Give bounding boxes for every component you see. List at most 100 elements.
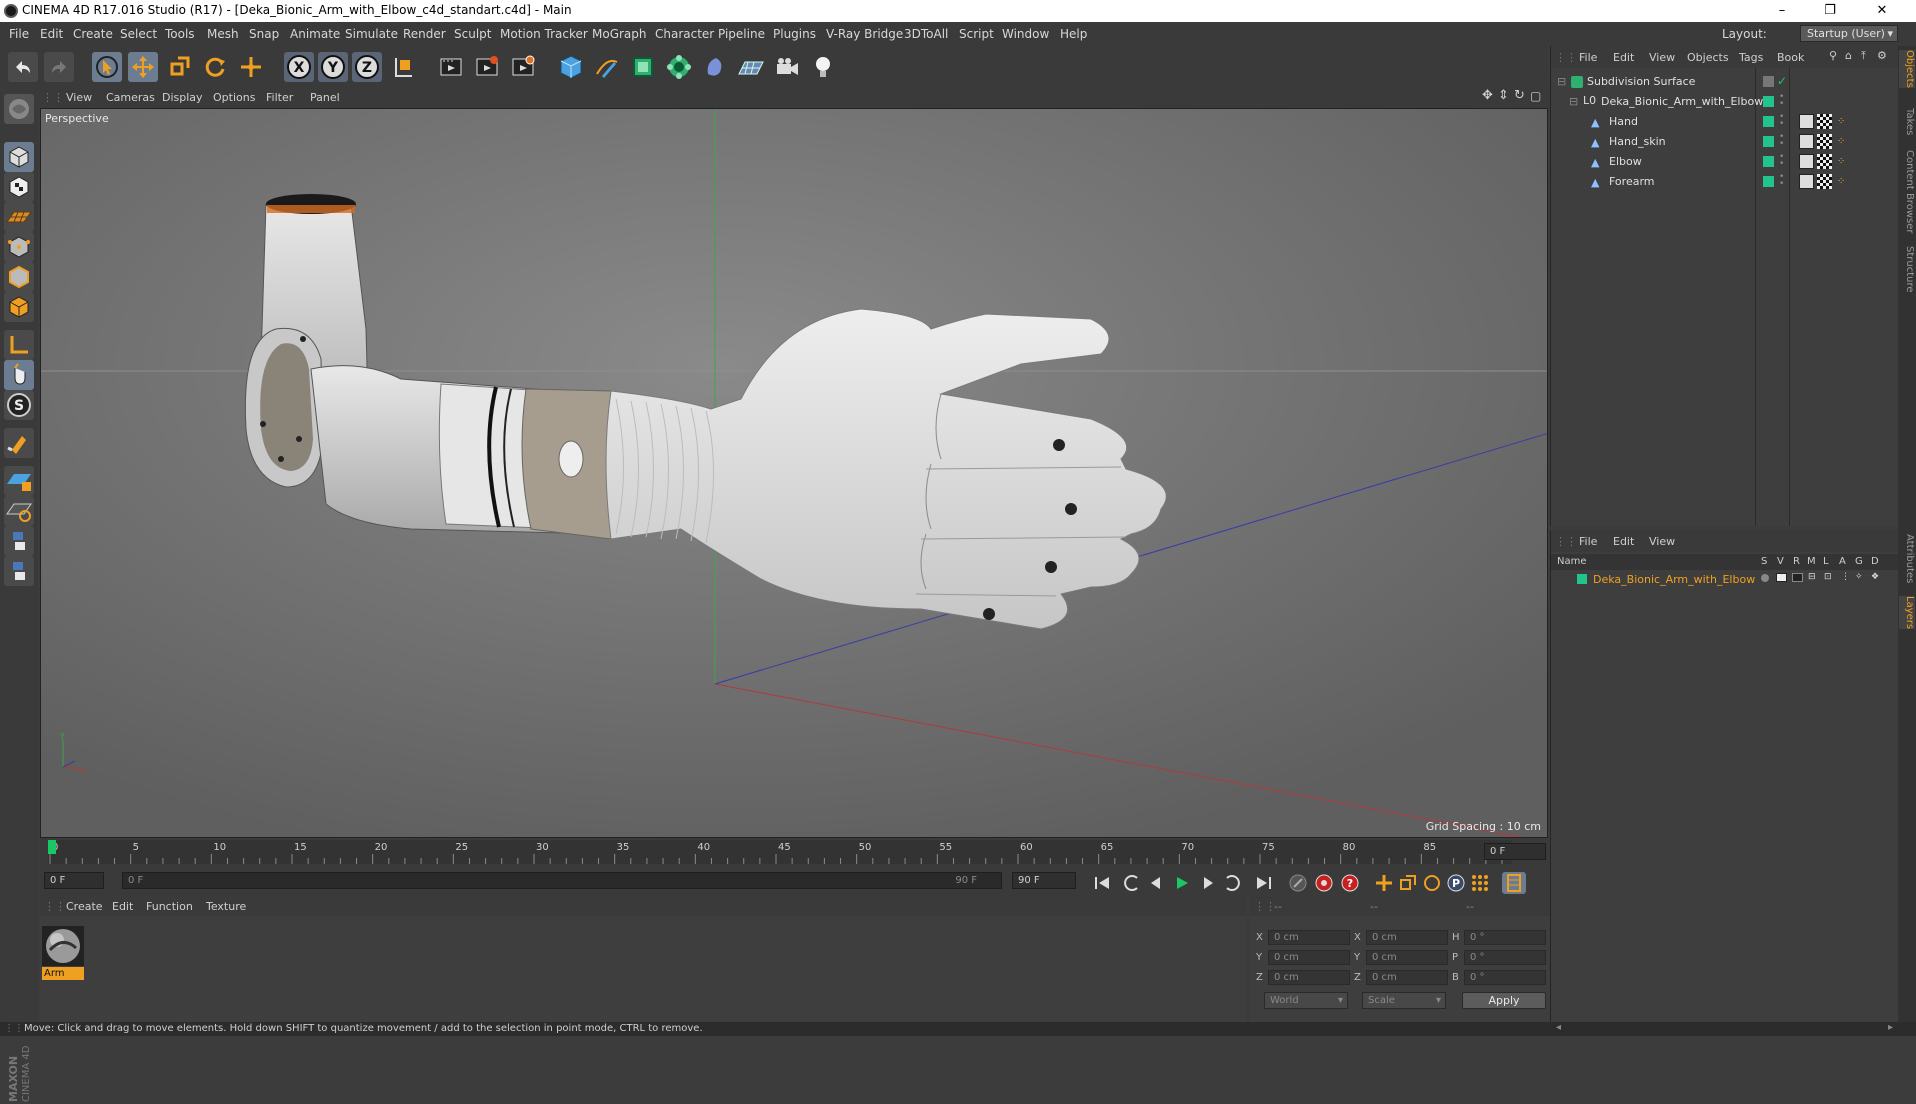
enabled-check-icon[interactable]: ✓ (1777, 74, 1787, 88)
rotation-h-field[interactable]: 0 ° (1464, 930, 1546, 945)
phong-tag-icon[interactable] (1799, 134, 1814, 149)
layer-generators-icon[interactable]: ✧ (1855, 572, 1863, 582)
menu-mesh[interactable]: Mesh (207, 27, 239, 41)
texture-tag-icon[interactable] (1817, 114, 1832, 129)
frame-range-slider[interactable]: 0 F 90 F (122, 872, 1002, 889)
python-script-icon[interactable] (4, 526, 34, 556)
menu-snap[interactable]: Snap (249, 27, 279, 41)
object-menu-objects[interactable]: Objects (1687, 51, 1729, 64)
tab-layers[interactable]: Layers (1899, 596, 1915, 630)
phong-tag-icon[interactable] (1799, 174, 1814, 189)
viewport-rotate-icon[interactable]: ↻ (1514, 88, 1525, 103)
viewport-dolly-icon[interactable]: ⇕ (1498, 88, 1509, 103)
visibility-dots-icon[interactable]: • • (1779, 93, 1784, 109)
end-frame-field[interactable]: 90 F (1012, 872, 1076, 889)
make-editable-icon[interactable] (4, 94, 34, 124)
layer-deformers-icon[interactable]: ❖ (1871, 572, 1879, 582)
model-mode-icon[interactable] (4, 142, 34, 172)
grid-snap-lock-icon[interactable] (4, 466, 34, 496)
undo-button[interactable] (8, 52, 38, 82)
viewport-menu-view[interactable]: View (66, 91, 92, 104)
object-row-deka-bionic-arm[interactable]: ⊟ L0 Deka_Bionic_Arm_with_Elbow • • (1551, 92, 1899, 112)
y-axis-lock-icon[interactable]: Y (318, 52, 348, 82)
material-menu-function[interactable]: Function (146, 900, 193, 913)
restore-button[interactable]: ❐ (1808, 1, 1852, 21)
object-row-forearm[interactable]: ▲ Forearm • • ⁘ (1551, 172, 1899, 192)
x-axis-lock-icon[interactable]: X (284, 52, 314, 82)
timeline-ruler[interactable]: 051015202530354045505560657075808590 0 F (40, 838, 1550, 866)
object-menu-file[interactable]: File (1579, 51, 1597, 64)
layer-menu-file[interactable]: File (1579, 535, 1597, 548)
subdivision-surface-icon[interactable] (628, 52, 658, 82)
material-menu-create[interactable]: Create (66, 900, 103, 913)
render-to-picture-viewer-icon[interactable] (472, 52, 502, 82)
go-to-end-icon[interactable] (1252, 872, 1276, 894)
rotation-b-field[interactable]: 0 ° (1464, 970, 1546, 985)
render-view-icon[interactable] (436, 52, 466, 82)
tab-structure[interactable]: Structure (1899, 246, 1915, 293)
uvw-tag-icon[interactable]: ⁘ (1837, 136, 1845, 147)
visibility-dots-icon[interactable]: • • (1779, 133, 1784, 149)
workplane-mode-icon[interactable] (4, 202, 34, 232)
layer-col-render[interactable]: R (1793, 556, 1800, 567)
coordinate-system-icon[interactable] (388, 52, 418, 82)
tree-collapse-icon[interactable]: ⊟ (1557, 75, 1566, 88)
object-up-icon[interactable]: ⤒ (1861, 49, 1866, 63)
layer-col-animation[interactable]: A (1839, 556, 1846, 567)
material-menu-edit[interactable]: Edit (112, 900, 133, 913)
python-script-2-icon[interactable] (4, 556, 34, 586)
layer-menu-view[interactable]: View (1649, 535, 1675, 548)
tab-content-browser[interactable]: Content Browser (1899, 150, 1915, 233)
scale-track-icon[interactable] (1396, 872, 1420, 894)
layer-solo-icon[interactable] (1761, 574, 1769, 582)
close-button[interactable]: ✕ (1860, 1, 1904, 21)
point-level-animation-icon[interactable] (1468, 872, 1492, 894)
next-key-icon[interactable] (1220, 872, 1244, 894)
layer-col-generators[interactable]: G (1855, 556, 1863, 567)
object-row-hand-skin[interactable]: ▲ Hand_skin • • ⁘ (1551, 132, 1899, 152)
viewport-pan-icon[interactable]: ✥ (1482, 88, 1493, 103)
current-frame-field[interactable]: 0 F (1484, 843, 1546, 860)
viewport-menu-cameras[interactable]: Cameras (106, 91, 155, 104)
object-menu-view[interactable]: View (1649, 51, 1675, 64)
object-search-icon[interactable]: ⚲ (1829, 49, 1837, 62)
layer-col-name[interactable]: Name (1557, 556, 1587, 567)
next-frame-icon[interactable] (1196, 872, 1220, 894)
timeline-playhead[interactable] (48, 840, 56, 854)
uvw-tag-icon[interactable]: ⁘ (1837, 156, 1845, 167)
uvw-tag-icon[interactable]: ⁘ (1837, 176, 1845, 187)
apply-button[interactable]: Apply (1462, 992, 1546, 1009)
auto-keying-icon[interactable] (1312, 872, 1336, 894)
points-mode-icon[interactable] (4, 232, 34, 262)
minimize-button[interactable]: – (1760, 1, 1804, 21)
layer-row[interactable]: Deka_Bionic_Arm_with_Elbow ⊟ ⊡ ⋮ ✧ ❖ (1551, 570, 1899, 590)
rotate-tool-icon[interactable] (200, 52, 230, 82)
z-axis-lock-icon[interactable]: Z (352, 52, 382, 82)
size-y-field[interactable]: 0 cm (1366, 950, 1448, 965)
menu-plugins[interactable]: Plugins (773, 27, 816, 41)
menu-character[interactable]: Character (655, 27, 714, 41)
viewport-maximize-icon[interactable]: ▢ (1530, 89, 1541, 103)
render-settings-icon[interactable] (508, 52, 538, 82)
layer-render-icon[interactable] (1792, 573, 1803, 582)
edges-mode-icon[interactable] (4, 262, 34, 292)
menu-mograph[interactable]: MoGraph (592, 27, 647, 41)
menu-window[interactable]: Window (1002, 27, 1049, 41)
layer-col-solo[interactable]: S (1761, 556, 1767, 567)
layer-col-locked[interactable]: L (1823, 556, 1829, 567)
layer-lock-icon[interactable]: ⊡ (1824, 572, 1832, 582)
visibility-dots-icon[interactable]: • • (1779, 153, 1784, 169)
menu-pipeline[interactable]: Pipeline (718, 27, 765, 41)
rotation-p-field[interactable]: 0 ° (1464, 950, 1546, 965)
texture-tag-icon[interactable] (1817, 154, 1832, 169)
object-home-icon[interactable]: ⌂ (1845, 49, 1852, 62)
keyframe-selection-icon[interactable]: ? (1338, 872, 1362, 894)
texture-tag-icon[interactable] (1817, 134, 1832, 149)
3d-viewport[interactable]: Perspective Grid Spacing : 10 cm y x (40, 108, 1548, 838)
go-to-start-icon[interactable] (1090, 872, 1114, 894)
parameter-track-icon[interactable]: P (1444, 872, 1468, 894)
tweak-mode-icon[interactable] (4, 360, 34, 390)
material-swatch[interactable]: Arm (42, 926, 84, 980)
menu-help[interactable]: Help (1060, 27, 1087, 41)
menu-create[interactable]: Create (73, 27, 113, 41)
